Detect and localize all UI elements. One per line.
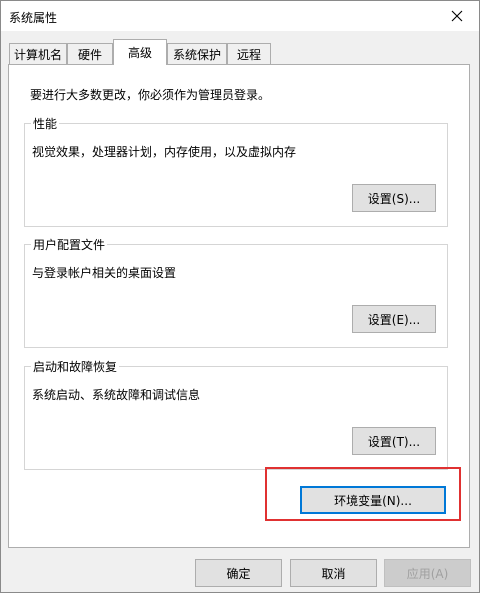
performance-description: 视觉效果，处理器计划，内存使用，以及虚拟内存 [32, 145, 297, 159]
admin-notice: 要进行大多数更改，你必须作为管理员登录。 [30, 88, 271, 102]
user-profiles-description: 与登录帐户相关的桌面设置 [32, 266, 177, 280]
user-profiles-group: 用户配置文件 与登录帐户相关的桌面设置 设置(E)... [24, 236, 448, 348]
window-title: 系统属性 [9, 11, 58, 25]
tab-hardware[interactable]: 硬件 [67, 43, 113, 64]
ok-button[interactable]: 确定 [195, 559, 282, 587]
user-profiles-settings-button[interactable]: 设置(E)... [352, 305, 436, 333]
tab-computer-name[interactable]: 计算机名 [9, 43, 67, 64]
startup-recovery-description: 系统启动、系统故障和调试信息 [32, 388, 201, 402]
startup-recovery-group: 启动和故障恢复 系统启动、系统故障和调试信息 设置(T)... [24, 358, 448, 470]
tab-system-protection[interactable]: 系统保护 [167, 43, 227, 64]
environment-variables-button[interactable]: 环境变量(N)... [300, 486, 446, 514]
cancel-button[interactable]: 取消 [290, 559, 377, 587]
startup-recovery-group-title: 启动和故障恢复 [31, 358, 120, 375]
advanced-tab-panel: 要进行大多数更改，你必须作为管理员登录。 性能 视觉效果，处理器计划，内存使用，… [8, 64, 470, 548]
system-properties-window: 系统属性 计算机名 硬件 高级 系统保护 远程 要进行大多数更改，你必须作为管理… [0, 0, 480, 593]
tab-advanced[interactable]: 高级 [113, 39, 167, 65]
apply-button[interactable]: 应用(A) [384, 559, 471, 587]
close-icon [451, 10, 463, 22]
performance-group-title: 性能 [31, 115, 60, 132]
performance-settings-button[interactable]: 设置(S)... [352, 184, 436, 212]
title-bar: 系统属性 [1, 1, 479, 31]
user-profiles-group-title: 用户配置文件 [31, 236, 108, 253]
tab-remote[interactable]: 远程 [227, 43, 271, 64]
performance-group: 性能 视觉效果，处理器计划，内存使用，以及虚拟内存 设置(S)... [24, 115, 448, 227]
close-button[interactable] [435, 1, 479, 31]
startup-recovery-settings-button[interactable]: 设置(T)... [352, 427, 436, 455]
